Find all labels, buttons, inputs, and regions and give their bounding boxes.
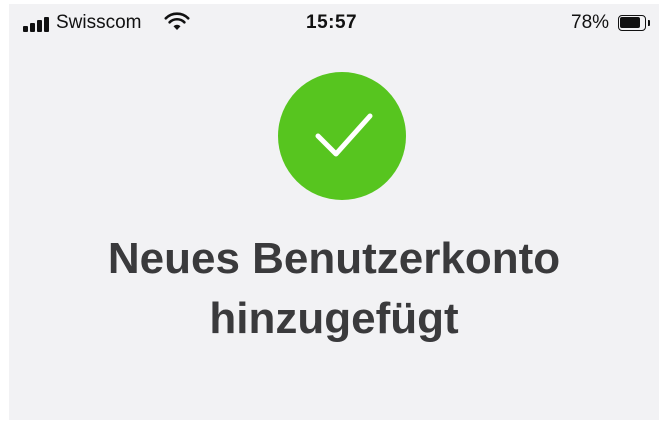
carrier-name: Swisscom (56, 12, 142, 33)
battery-level-fill (620, 17, 641, 28)
battery-percentage: 78% (571, 12, 610, 33)
success-title-line-1: Neues Benutzerkonto (107, 234, 561, 283)
status-bar: Swisscom 15:57 78% (9, 4, 659, 40)
success-title-line-2: hinzugefügt (209, 294, 459, 343)
battery-icon (618, 15, 650, 31)
checkmark-icon (315, 113, 373, 157)
clock: 15:57 (306, 12, 358, 33)
success-checkmark-icon (278, 72, 406, 200)
signal-bars-icon (23, 16, 51, 32)
wifi-icon (164, 12, 190, 30)
phone-screen: Swisscom 15:57 78% Neues Benutzerkonto h… (9, 4, 659, 420)
success-message: Neues Benutzerkonto hinzugefügt (9, 229, 659, 349)
